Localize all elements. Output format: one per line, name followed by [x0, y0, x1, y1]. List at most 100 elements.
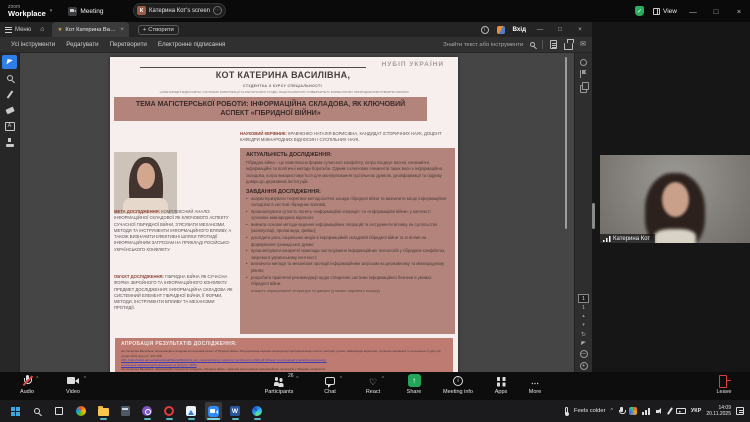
- select-tool-button[interactable]: ◤: [2, 55, 17, 69]
- start-button[interactable]: [7, 402, 24, 420]
- pdf-document-tab[interactable]: ★ Кот Катерина Васил... ×: [52, 22, 128, 37]
- zoom-tool-button[interactable]: [2, 71, 17, 85]
- find-text-label[interactable]: Знайти текст або інструменти: [443, 42, 523, 48]
- shared-screen-pill[interactable]: К Катерина Кот's screen ⋯: [133, 3, 226, 18]
- chevron-down-icon[interactable]: ▾: [50, 8, 53, 14]
- zoom-workplace-logo: zoom Workplace: [8, 5, 46, 18]
- leave-label: Leave: [717, 389, 732, 395]
- tray-app-icon[interactable]: [629, 407, 637, 415]
- react-options-caret[interactable]: ^: [382, 376, 384, 382]
- opera-button[interactable]: [161, 402, 178, 420]
- pdf-close-button[interactable]: ×: [574, 26, 586, 33]
- calculator-button[interactable]: [117, 402, 134, 420]
- participants-button[interactable]: 26^ Participants: [252, 374, 306, 399]
- pdf-minimize-button[interactable]: —: [534, 26, 546, 33]
- video-button[interactable]: ^ Video: [52, 374, 94, 399]
- previous-page-icon[interactable]: ▴: [582, 314, 585, 319]
- video-options-caret[interactable]: ^: [84, 376, 86, 382]
- network-icon[interactable]: [642, 408, 651, 415]
- tools-menu-edit[interactable]: Редагувати: [66, 41, 98, 48]
- maximize-button[interactable]: □: [709, 7, 723, 16]
- rotate-icon[interactable]: ↻: [581, 332, 586, 338]
- pdf-menu-button[interactable]: Меню: [5, 27, 31, 33]
- pdf-maximize-button[interactable]: □: [554, 26, 566, 33]
- tray-microphone-icon[interactable]: [618, 407, 624, 415]
- zoom-in-icon[interactable]: +: [580, 362, 588, 370]
- weather-thermometer-icon[interactable]: [565, 407, 568, 415]
- apps-button[interactable]: Apps: [484, 374, 518, 399]
- tools-menu-all-tools[interactable]: Усі інструменти: [11, 41, 55, 48]
- zoom-app-button[interactable]: [205, 402, 222, 420]
- relevance-heading: АКТУАЛЬНІСТЬ ДОСЛІДЖЕННЯ:: [246, 152, 449, 158]
- file-explorer-button[interactable]: [95, 402, 112, 420]
- panel-resize-handle[interactable]: [592, 203, 595, 229]
- volume-icon[interactable]: [656, 407, 664, 415]
- photos-app-button[interactable]: [183, 402, 200, 420]
- author-photo: [114, 152, 177, 214]
- pen-settings-icon[interactable]: [667, 407, 673, 415]
- edge-button[interactable]: [249, 402, 266, 420]
- task-item: дослідити роль соціальних медіа в інформ…: [246, 235, 449, 248]
- stamp-tool-button[interactable]: [2, 135, 17, 149]
- next-page-icon[interactable]: ▾: [582, 323, 585, 328]
- tools-menu-convert[interactable]: Перетворити: [110, 41, 147, 48]
- language-indicator[interactable]: УКР: [691, 408, 701, 414]
- tasks-heading: ЗАВДАННЯ ДОСЛІДЖЕННЯ:: [246, 189, 449, 195]
- copilot-button[interactable]: [73, 402, 90, 420]
- chat-options-caret[interactable]: ^: [340, 376, 342, 382]
- task-item: вивчити основні методи ведення інформаці…: [246, 222, 449, 235]
- hand-tool-icon[interactable]: ◤: [581, 341, 586, 348]
- page-number-box[interactable]: 1: [578, 294, 589, 303]
- participant-video-tile[interactable]: Катерина Кот: [600, 155, 750, 243]
- close-button[interactable]: ×: [732, 7, 746, 16]
- viber-button[interactable]: [139, 402, 156, 420]
- participant-name-tag: Катерина Кот: [600, 234, 655, 243]
- tab-meeting[interactable]: Meeting: [68, 7, 103, 16]
- highlight-pen-button[interactable]: [2, 87, 17, 101]
- touch-keyboard-icon[interactable]: [676, 408, 686, 414]
- audio-button[interactable]: ^ Audio: [6, 374, 48, 399]
- bookmark-icon[interactable]: [580, 70, 587, 78]
- scrollbar[interactable]: [565, 57, 567, 229]
- share-mail-icon[interactable]: ✉: [580, 41, 586, 48]
- meeting-info-button[interactable]: i Meeting info: [434, 374, 482, 399]
- eraser-tool-button[interactable]: [2, 103, 17, 117]
- zoom-out-icon[interactable]: —: [580, 350, 588, 358]
- react-button[interactable]: ♡^ React: [355, 374, 391, 399]
- word-button[interactable]: W: [227, 402, 244, 420]
- close-tab-icon[interactable]: ×: [120, 27, 124, 33]
- search-icon[interactable]: [530, 42, 535, 47]
- audio-options-caret[interactable]: ^: [36, 376, 38, 382]
- security-shield-icon[interactable]: ✓: [635, 6, 644, 16]
- leave-button[interactable]: Leave: [706, 374, 742, 399]
- notification-center-icon[interactable]: [736, 407, 744, 415]
- task-view-button[interactable]: [51, 402, 68, 420]
- printer-icon[interactable]: [564, 43, 573, 50]
- tools-menu-esign[interactable]: Електронне підписання: [158, 41, 226, 48]
- favorite-star-icon[interactable]: ★: [57, 27, 62, 33]
- info-icon[interactable]: i: [481, 26, 489, 34]
- signin-button[interactable]: Вхід: [513, 26, 526, 33]
- create-button[interactable]: + Створити: [138, 25, 179, 35]
- leave-meeting-icon: [719, 375, 730, 386]
- comment-icon[interactable]: [580, 59, 587, 66]
- windows-taskbar: W Feels colder ^ УКР 14:09 20.11.2025: [0, 400, 750, 422]
- taskbar-search-button[interactable]: [29, 402, 46, 420]
- home-icon[interactable]: ⌂: [40, 26, 44, 33]
- minimize-button[interactable]: —: [686, 7, 700, 16]
- more-options-icon[interactable]: ⋯: [213, 6, 222, 15]
- task-item: визначити методи та механізми протидії і…: [246, 261, 449, 274]
- participants-options-caret[interactable]: ^: [296, 376, 298, 382]
- hidden-icons-chevron[interactable]: ^: [611, 408, 614, 414]
- view-button[interactable]: View: [653, 8, 677, 15]
- notification-bell-icon[interactable]: [497, 26, 505, 34]
- text-box-tool-button[interactable]: A: [2, 119, 17, 133]
- page-panel-icon[interactable]: [550, 40, 557, 49]
- clock[interactable]: 14:09 20.11.2025: [706, 405, 731, 418]
- pen-icon: [6, 90, 13, 99]
- weather-label[interactable]: Feels colder: [574, 408, 606, 414]
- pages-panel-icon[interactable]: [580, 82, 588, 91]
- chat-button[interactable]: ^ Chat: [312, 374, 348, 399]
- share-button[interactable]: ↑ Share: [396, 374, 432, 399]
- more-button[interactable]: ⋯ More: [518, 374, 552, 399]
